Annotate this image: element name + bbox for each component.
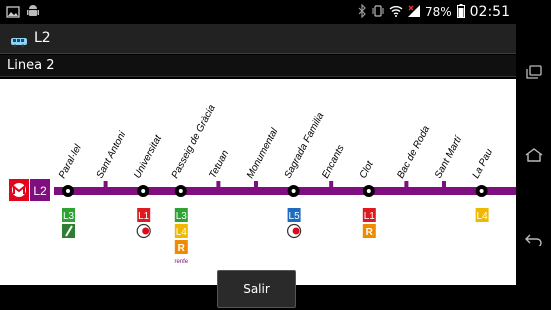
station-marker-center — [479, 189, 484, 193]
line-subtitle: Linea 2 — [7, 58, 55, 73]
screen: 78% 02:51 L2 Linea 2 L2 Paral·lel L3 Sant A… — [0, 0, 551, 310]
connection-label: L1 — [138, 211, 150, 222]
recent-apps-icon — [525, 65, 542, 79]
line-diagram: L2Paral·lelL3Sant Antoni UniversitatL1Pas… — [9, 103, 516, 265]
station-name: Sant Martí — [433, 133, 465, 180]
station-marker-center — [291, 189, 296, 193]
station-name: Bac de Roda — [395, 124, 432, 181]
station-name: Universitat — [132, 132, 164, 180]
recent-apps-button[interactable] — [516, 52, 551, 92]
line-track — [54, 187, 516, 195]
vibrate-icon — [372, 4, 384, 21]
station-2: Universitat L1 — [132, 132, 165, 239]
station-marker-center — [178, 189, 183, 193]
station-name: Monumental — [245, 126, 281, 180]
station-marker-minor — [216, 181, 221, 189]
connection-label: L5 — [289, 211, 301, 222]
station-marker-minor — [103, 181, 108, 189]
line-subtitle-bar: Linea 2 — [0, 55, 516, 77]
home-button[interactable] — [516, 135, 551, 175]
station-5: Monumental — [245, 126, 281, 189]
renfe-label: R — [366, 227, 374, 238]
station-marker-minor — [442, 181, 446, 189]
station-name: Clot — [358, 158, 377, 180]
station-4: Tetuan — [207, 148, 231, 189]
rodalies-icon-dot — [142, 227, 150, 235]
station-name: La Pau — [471, 147, 496, 181]
battery-icon — [456, 3, 465, 21]
station-name: Sagrada Familia — [283, 111, 327, 181]
station-marker-minor — [254, 181, 258, 189]
station-name: Sant Antoni — [95, 129, 129, 180]
navigation-bar — [516, 0, 551, 310]
station-10: Sant Martí — [433, 133, 465, 189]
bluetooth-icon — [358, 3, 367, 21]
android-notification-icon — [26, 3, 40, 23]
connection-label: L3 — [176, 211, 188, 222]
renfe-text: renfe — [174, 259, 188, 265]
home-icon — [525, 148, 542, 162]
station-1: Sant Antoni — [95, 129, 129, 189]
station-marker-center — [366, 189, 371, 193]
connection-label: L1 — [364, 211, 376, 222]
image-notification-icon — [6, 4, 20, 23]
station-11: La Pau L4 — [471, 147, 496, 222]
line-badge-label: L2 — [33, 184, 47, 198]
connection-label: L4 — [477, 211, 489, 222]
station-3: Passeig de GràciaL3L4Rrenfe — [170, 103, 218, 265]
station-marker-center — [66, 189, 70, 193]
station-8: Clot L1 R — [358, 158, 377, 238]
back-button[interactable] — [516, 220, 551, 260]
station-9: Bac de Roda — [395, 124, 432, 189]
status-bar: 78% 02:51 — [0, 0, 516, 24]
signal-icon — [407, 4, 420, 20]
clock: 02:51 — [469, 4, 510, 20]
action-bar: L2 — [0, 24, 516, 54]
station-marker-minor — [329, 181, 334, 189]
rodalies-icon-dot — [292, 227, 300, 235]
battery-percent: 78% — [424, 5, 452, 19]
app-title: L2 — [34, 30, 51, 46]
line-map: L2 Paral·lel L3 Sant Antoni Universitat L1 Pas… — [0, 79, 516, 285]
station-name: Tetuan — [207, 148, 231, 180]
back-icon — [524, 234, 542, 246]
salir-button[interactable]: Salir — [217, 270, 296, 308]
app-bus-icon[interactable] — [10, 33, 28, 52]
connection-label: L3 — [63, 211, 75, 222]
station-marker-center — [141, 189, 146, 193]
connection-label: L4 — [176, 227, 188, 238]
wifi-icon — [389, 5, 403, 20]
station-7: Encants — [320, 143, 347, 189]
station-marker-minor — [404, 181, 409, 189]
renfe-label: R — [178, 243, 186, 254]
station-name: Encants — [320, 143, 347, 180]
station-name: Paral·lel — [57, 142, 84, 180]
